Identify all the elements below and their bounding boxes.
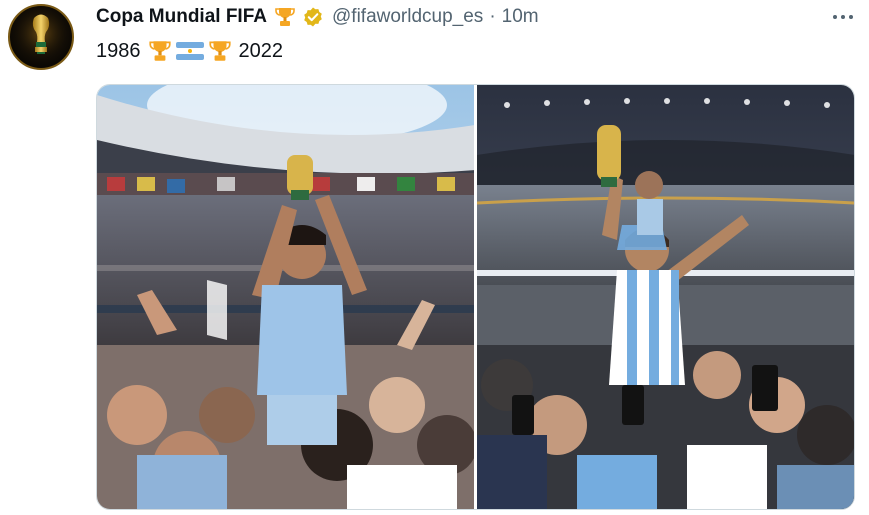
- fifa-trophy-logo-icon: [13, 8, 69, 64]
- verified-badge-icon: [302, 6, 324, 28]
- author-name[interactable]: Copa Mundial FIFA: [96, 6, 267, 28]
- argentina-flag-icon: [175, 42, 204, 60]
- avatar[interactable]: [8, 4, 74, 70]
- tweet-header: Copa Mundial FIFA @fifaworldcup_es · 10m: [96, 4, 539, 30]
- timestamp[interactable]: 10m: [502, 6, 539, 28]
- year-end: 2022: [238, 39, 284, 62]
- separator-dot: ·: [489, 6, 496, 27]
- tweet[interactable]: Copa Mundial FIFA @fifaworldcup_es · 10m…: [0, 0, 869, 515]
- trophy-icon: [273, 5, 297, 29]
- trophy-icon: [148, 41, 171, 61]
- media-grid: [96, 84, 855, 510]
- trophy-icon: [208, 41, 231, 61]
- more-options-icon[interactable]: [826, 6, 860, 28]
- author-handle[interactable]: @fifaworldcup_es: [332, 6, 483, 28]
- photo-1986[interactable]: [97, 85, 474, 509]
- tweet-text: 1986 2022: [96, 38, 283, 64]
- photo-2022[interactable]: [477, 85, 854, 509]
- year-start: 1986: [96, 39, 141, 62]
